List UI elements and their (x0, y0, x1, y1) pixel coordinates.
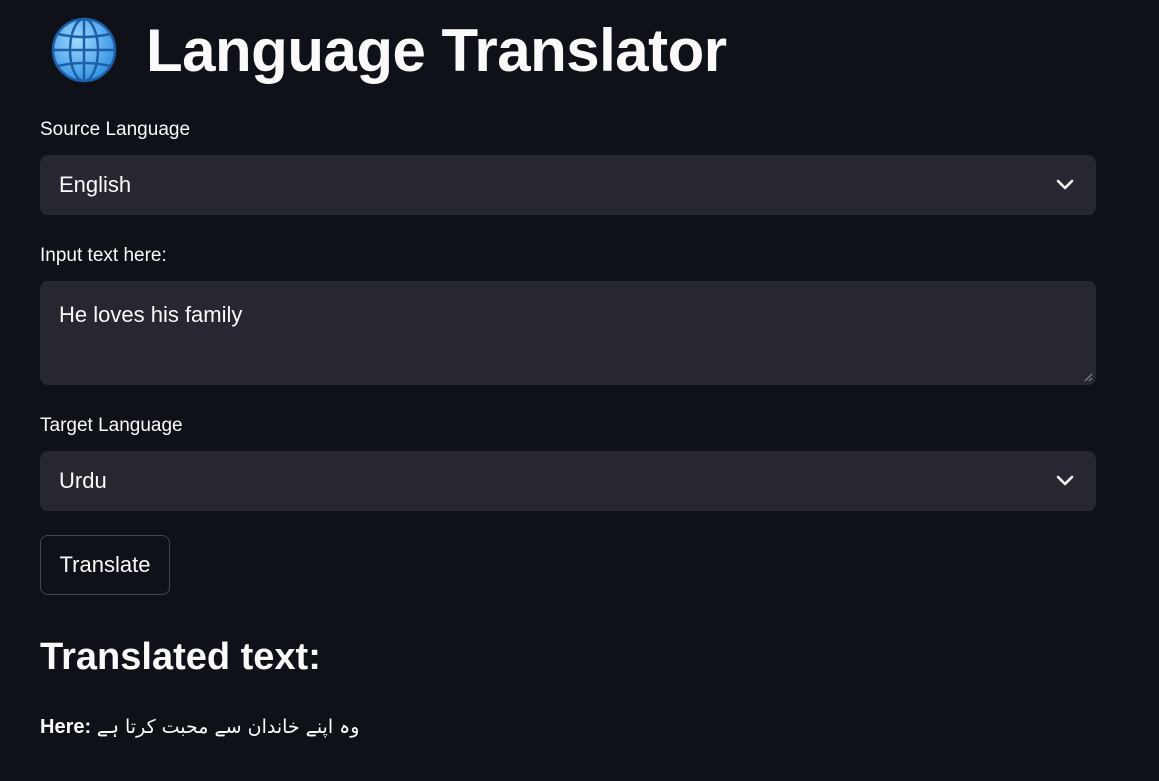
result-prefix: Here: (40, 716, 92, 738)
source-language-value: English (59, 172, 132, 197)
chevron-down-icon (1056, 475, 1074, 486)
translation-result: Here: وہ اپنے خاندان سے محبت کرتا ہے (40, 716, 359, 739)
input-textarea[interactable]: He loves his family (40, 281, 1096, 385)
chevron-down-icon (1056, 179, 1074, 190)
source-language-select[interactable]: English (40, 155, 1096, 215)
resize-handle-icon[interactable] (1083, 372, 1093, 382)
target-language-value: Urdu (59, 468, 107, 493)
translate-button[interactable]: Translate (40, 535, 170, 595)
globe-icon (51, 17, 117, 83)
page-title: Language Translator (146, 16, 727, 84)
translated-text-heading: Translated text: (40, 636, 321, 678)
target-language-label: Target Language (40, 415, 183, 436)
page-header: Language Translator (50, 8, 727, 92)
source-language-label: Source Language (40, 119, 191, 140)
target-language-select[interactable]: Urdu (40, 451, 1096, 511)
input-text-label: Input text here: (40, 245, 167, 266)
translated-text-value: وہ اپنے خاندان سے محبت کرتا ہے (96, 716, 360, 738)
app-page: Language Translator Source Language Engl… (0, 0, 1159, 781)
input-text-value: He loves his family (59, 302, 243, 327)
